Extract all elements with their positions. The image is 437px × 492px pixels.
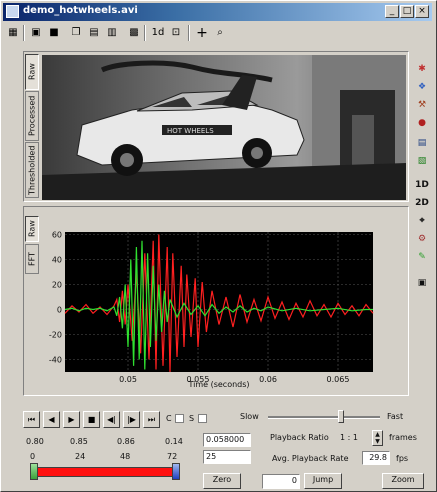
chart-icon[interactable]: ▧ bbox=[415, 154, 429, 168]
tools-icon[interactable]: ⚒ bbox=[415, 98, 429, 112]
play-button[interactable]: ▶ bbox=[63, 411, 80, 428]
mode-1d-icon[interactable]: 1D bbox=[415, 178, 429, 192]
y-tick-label: 0 bbox=[57, 306, 62, 315]
document-icon[interactable]: ▤ bbox=[415, 136, 429, 150]
y-tick-label: 20 bbox=[52, 281, 62, 290]
waveform-chart[interactable]: 6040200-20-40 0.05 0.055 0.06 0.065 Time (s… bbox=[42, 224, 382, 390]
x-axis-label: Time (seconds) bbox=[187, 380, 249, 389]
stop-button[interactable]: ■ bbox=[83, 411, 100, 428]
time-tick: 0.80 bbox=[26, 437, 44, 446]
ratio-spinner[interactable]: ▲ ▼ bbox=[372, 430, 383, 446]
video-frame-image: HOT WHEELS bbox=[42, 55, 406, 200]
avg-rate-field: 29.8 bbox=[362, 451, 390, 465]
tab-video-processed[interactable]: Processed bbox=[25, 91, 39, 141]
stop-icon[interactable]: ■ bbox=[46, 25, 62, 41]
jump-button[interactable]: Jump bbox=[304, 473, 342, 489]
c-checkbox[interactable] bbox=[175, 414, 184, 423]
frame-tick: 72 bbox=[167, 452, 178, 461]
video-frame[interactable]: HOT WHEELS bbox=[42, 55, 406, 200]
x-tick-label: 0.065 bbox=[327, 375, 350, 384]
prev-frame-button[interactable]: ◀| bbox=[103, 411, 120, 428]
tab-video-raw[interactable]: Raw bbox=[25, 54, 39, 90]
fast-label: Fast bbox=[387, 412, 404, 421]
zero-button[interactable]: Zero bbox=[203, 473, 241, 489]
export-icon[interactable]: ▣ bbox=[415, 276, 429, 290]
svg-text:HOT WHEELS: HOT WHEELS bbox=[167, 127, 214, 135]
grid-icon[interactable]: ▤ bbox=[86, 25, 102, 41]
copy-icon[interactable]: ❐ bbox=[68, 25, 84, 41]
last-frame-button[interactable]: ⏭ bbox=[143, 411, 160, 428]
expand-icon[interactable]: ⊡ bbox=[168, 25, 184, 41]
toolbar-separator bbox=[144, 25, 146, 41]
plot-area bbox=[65, 232, 373, 372]
speed-slider-track[interactable] bbox=[268, 416, 380, 419]
measure-icon[interactable]: ⌖ bbox=[415, 214, 429, 228]
frames-label: frames bbox=[389, 433, 417, 442]
speed-slider-thumb[interactable] bbox=[337, 410, 344, 423]
mode-2d-icon[interactable]: 2D bbox=[415, 196, 429, 210]
slow-label: Slow bbox=[240, 412, 259, 421]
tab-video-thresholded[interactable]: Thresholded bbox=[25, 142, 39, 198]
s-label: S bbox=[189, 414, 195, 423]
frame-tick: 24 bbox=[75, 452, 86, 461]
title-bar: demo_hotwheels.avi _ □ × bbox=[3, 3, 432, 21]
window-title: demo_hotwheels.avi bbox=[23, 5, 138, 16]
range-start-handle[interactable] bbox=[30, 463, 38, 480]
maximize-button[interactable]: □ bbox=[400, 5, 414, 18]
frame-tick: 48 bbox=[120, 452, 131, 461]
filter-icon[interactable]: ⚙ bbox=[415, 232, 429, 246]
fps-label: fps bbox=[396, 454, 409, 463]
first-frame-button[interactable]: ⏮ bbox=[23, 411, 40, 428]
x-tick-label: 0.06 bbox=[259, 375, 277, 384]
frame-tick: 0 bbox=[30, 452, 36, 461]
c-label: C bbox=[166, 414, 172, 423]
film-icon[interactable]: ▦ bbox=[5, 25, 21, 41]
range-end-handle[interactable] bbox=[172, 463, 180, 480]
y-tick-label: -40 bbox=[49, 356, 62, 365]
playback-ratio-value: 1 : 1 bbox=[340, 433, 358, 442]
s-checkbox[interactable] bbox=[198, 414, 207, 423]
y-tick-label: 60 bbox=[52, 231, 62, 240]
time-tick: 0.14 bbox=[165, 437, 183, 446]
app-icon bbox=[6, 5, 19, 18]
avg-rate-label: Avg. Playback Rate bbox=[272, 454, 349, 463]
range-bar[interactable] bbox=[30, 467, 180, 477]
toolbar-separator bbox=[23, 25, 25, 41]
gradient-icon[interactable]: ❖ bbox=[415, 80, 429, 94]
y-tick-label: 40 bbox=[52, 256, 62, 265]
jump-field[interactable]: 0 bbox=[262, 474, 300, 489]
step-back-button[interactable]: ◀ bbox=[43, 411, 60, 428]
crosshair-icon[interactable]: + bbox=[194, 25, 210, 41]
toolbar-separator bbox=[188, 25, 190, 41]
next-frame-button[interactable]: |▶ bbox=[123, 411, 140, 428]
time-tick: 0.86 bbox=[117, 437, 135, 446]
playback-ratio-label: Playback Ratio bbox=[270, 433, 329, 442]
close-button[interactable]: × bbox=[415, 5, 429, 18]
record-icon[interactable]: ▣ bbox=[28, 25, 44, 41]
frame-field[interactable]: 25 bbox=[203, 450, 251, 464]
color-palette-icon[interactable]: ✱ bbox=[415, 62, 429, 76]
grid-alt-icon[interactable]: ▥ bbox=[104, 25, 120, 41]
minimize-button[interactable]: _ bbox=[385, 5, 399, 18]
zoom-button[interactable]: Zoom bbox=[382, 473, 424, 489]
plot-icon[interactable]: ✎ bbox=[415, 250, 429, 264]
tab-plot-fft[interactable]: FFT bbox=[25, 244, 39, 274]
x-tick-label: 0.05 bbox=[119, 375, 137, 384]
mode-1d-icon[interactable]: 1d bbox=[150, 25, 166, 41]
tab-plot-raw[interactable]: Raw bbox=[25, 216, 39, 242]
time-field[interactable]: 0.058000 bbox=[203, 433, 251, 447]
y-axis: 60 40 20 0 -20 -40 bbox=[49, 231, 62, 365]
zoom-icon[interactable]: ⌕ bbox=[212, 25, 228, 41]
time-tick: 0.85 bbox=[70, 437, 88, 446]
save-icon[interactable]: ▩ bbox=[126, 25, 142, 41]
record-icon[interactable]: ● bbox=[415, 116, 429, 130]
y-tick-label: -20 bbox=[49, 331, 62, 340]
